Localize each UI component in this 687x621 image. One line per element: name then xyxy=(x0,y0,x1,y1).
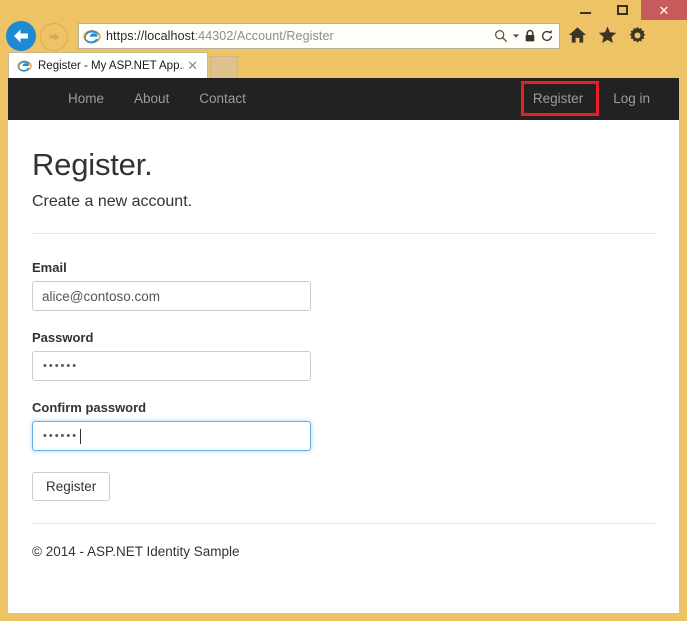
settings-gear-icon[interactable] xyxy=(626,24,648,46)
forward-button[interactable] xyxy=(40,23,68,51)
back-button[interactable] xyxy=(6,21,36,51)
confirm-password-field-group: Confirm password •••••• xyxy=(32,400,655,452)
url-host: localhost xyxy=(144,29,195,43)
chevron-down-icon[interactable] xyxy=(512,32,520,40)
nav-link-login[interactable]: Log in xyxy=(598,78,665,120)
minimize-button[interactable] xyxy=(567,0,604,20)
tab-strip: Register - My ASP.NET App... ✕ xyxy=(0,52,687,78)
nav-link-contact[interactable]: Contact xyxy=(184,78,261,120)
nav-link-home[interactable]: Home xyxy=(53,78,119,120)
confirm-password-input[interactable]: •••••• xyxy=(32,421,311,452)
browser-tab-register[interactable]: Register - My ASP.NET App... ✕ xyxy=(8,52,208,78)
tab-title: Register - My ASP.NET App... xyxy=(38,59,185,72)
nav-link-register[interactable]: Register xyxy=(518,78,598,120)
title-bar: ✕ xyxy=(0,0,687,20)
forward-arrow-icon xyxy=(49,32,60,42)
confirm-password-masked-value: •••••• xyxy=(43,430,79,443)
url-port: :44302 xyxy=(194,29,234,43)
password-field-group: Password •••••• xyxy=(32,330,655,382)
confirm-password-label: Confirm password xyxy=(32,400,147,416)
lock-icon[interactable] xyxy=(524,29,536,43)
maximize-button[interactable] xyxy=(604,0,641,20)
navbar-right-links: Register Log in xyxy=(518,78,665,120)
home-icon[interactable] xyxy=(566,24,588,46)
url-path: /Account/Register xyxy=(233,29,334,43)
address-bar[interactable]: https://localhost:44302/Account/Register xyxy=(78,23,560,49)
text-caret xyxy=(80,428,82,444)
register-submit-button[interactable]: Register xyxy=(32,472,111,502)
page-title: Register. xyxy=(32,147,153,182)
window-controls: ✕ xyxy=(567,0,687,20)
content-divider xyxy=(32,233,655,235)
password-input[interactable]: •••••• xyxy=(32,351,311,382)
password-masked-value: •••••• xyxy=(43,360,79,373)
email-label: Email xyxy=(32,260,67,276)
page-content: Register. Create a new account. Email Pa… xyxy=(8,147,679,560)
close-icon: ✕ xyxy=(658,2,670,18)
internet-explorer-icon xyxy=(83,30,101,44)
email-input[interactable] xyxy=(32,281,311,312)
page-subtitle: Create a new account. xyxy=(32,193,193,211)
refresh-icon[interactable] xyxy=(540,29,554,43)
internet-explorer-icon xyxy=(17,60,32,72)
url-text: https://localhost:44302/Account/Register xyxy=(106,29,494,43)
search-icon[interactable] xyxy=(494,29,508,43)
email-field-group: Email xyxy=(32,260,655,312)
address-bar-icons xyxy=(494,29,559,43)
minimize-icon xyxy=(580,12,591,14)
favorites-star-icon[interactable] xyxy=(596,24,618,46)
site-navbar: Home About Contact Register Log in xyxy=(8,78,679,120)
password-label: Password xyxy=(32,330,94,346)
browser-window: ✕ https://localhost:44302/Account/Regist… xyxy=(0,0,687,621)
back-arrow-icon xyxy=(14,29,28,43)
tab-close-icon[interactable]: ✕ xyxy=(184,59,201,72)
footer-copyright: © 2014 - ASP.NET Identity Sample xyxy=(32,544,240,560)
footer-divider xyxy=(32,523,655,525)
new-tab-button[interactable] xyxy=(210,56,238,78)
register-form: Email Password •••••• Confirm password •… xyxy=(32,260,655,502)
close-button[interactable]: ✕ xyxy=(641,0,687,20)
nav-link-about[interactable]: About xyxy=(119,78,184,120)
maximize-icon xyxy=(617,5,628,15)
navbar-left-links: Home About Contact xyxy=(53,78,261,120)
page-viewport: Home About Contact Register Log in Regis… xyxy=(8,78,679,613)
url-scheme: https:// xyxy=(106,29,145,43)
browser-toolbar: https://localhost:44302/Account/Register xyxy=(0,20,687,52)
browser-toolbar-icons xyxy=(566,24,648,46)
